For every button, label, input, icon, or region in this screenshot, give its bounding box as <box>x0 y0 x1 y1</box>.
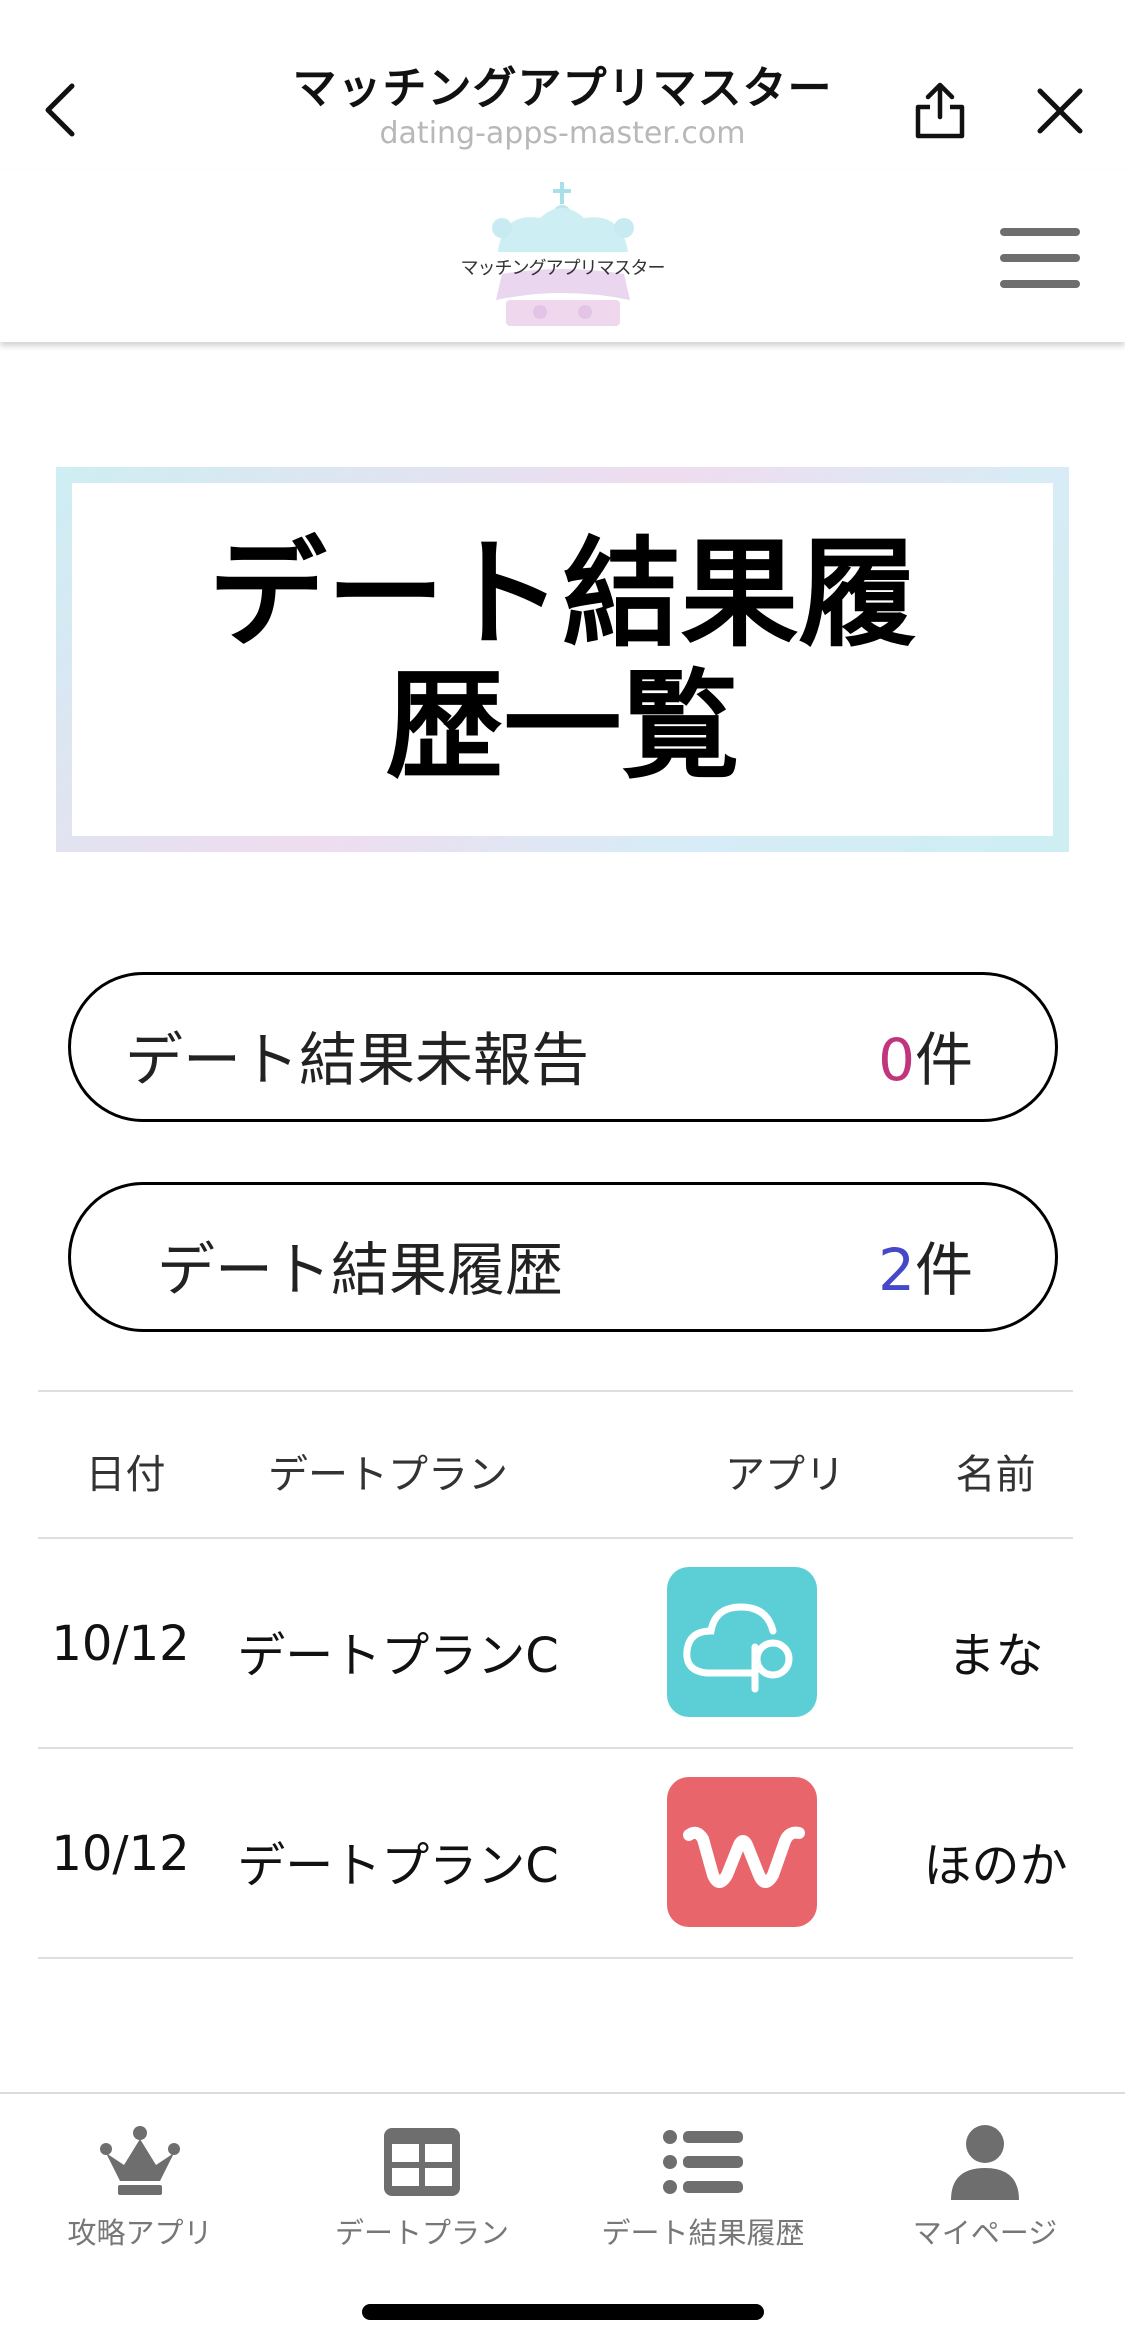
crown-icon <box>95 2122 185 2202</box>
site-header: マッチングアプリマスター <box>0 170 1125 342</box>
row-date: 10/12 <box>51 1826 190 1882</box>
share-button[interactable] <box>905 76 975 146</box>
history-count: 2件 <box>878 1223 973 1307</box>
header-date: 日付 <box>85 1452 166 1498</box>
unreported-count: 0件 <box>878 1013 973 1097</box>
grid-icon <box>377 2122 467 2202</box>
history-count-value: 2 <box>878 1236 915 1304</box>
tab-date-plan[interactable]: デートプラン <box>282 2122 562 2252</box>
close-button[interactable] <box>1025 76 1095 146</box>
header-plan: デートプラン <box>268 1452 508 1498</box>
unreported-label: デート結果未報告 <box>125 1026 590 1094</box>
tab-strategy-apps[interactable]: 攻略アプリ <box>0 2122 280 2252</box>
result-history-button[interactable]: デート結果履歴 2件 <box>68 1182 1058 1332</box>
tab-label: デートプラン <box>334 2216 509 2250</box>
table-divider <box>38 1747 1073 1749</box>
site-logo[interactable]: マッチングアプリマスター <box>440 182 685 332</box>
table-divider <box>38 1537 1073 1539</box>
browser-top-bar: マッチングアプリマスター dating-apps-master.com <box>0 0 1125 170</box>
tab-date-result-history[interactable]: デート結果履歴 <box>563 2122 843 2252</box>
hamburger-menu-button[interactable] <box>1000 228 1080 288</box>
unreported-count-value: 0 <box>878 1026 915 1094</box>
menu-line <box>1000 280 1080 288</box>
header-name: 名前 <box>955 1452 1036 1498</box>
tab-my-page[interactable]: マイページ <box>845 2122 1125 2252</box>
list-icon <box>658 2122 748 2202</box>
row-name: ほのか <box>923 1838 1068 1894</box>
row-name: まな <box>947 1628 1044 1684</box>
row-plan: デートプランC <box>237 1838 559 1894</box>
history-count-unit: 件 <box>914 1236 973 1304</box>
logo-text: マッチングアプリマスター <box>460 258 666 279</box>
unreported-results-button[interactable]: デート結果未報告 0件 <box>68 972 1058 1122</box>
person-icon <box>940 2122 1030 2202</box>
page-title-box: デート結果履歴一覧 <box>56 467 1069 852</box>
row-date: 10/12 <box>51 1616 190 1672</box>
page-title-inner: デート結果履歴一覧 <box>72 483 1053 836</box>
row-plan: デートプランC <box>237 1628 559 1684</box>
with-w-icon <box>667 1777 817 1927</box>
tab-label: デート結果履歴 <box>601 2216 805 2250</box>
unreported-count-unit: 件 <box>914 1026 973 1094</box>
history-label: デート結果履歴 <box>157 1236 564 1304</box>
pairs-cloud-p-icon <box>667 1567 817 1717</box>
page-title: デート結果履歴一覧 <box>208 524 917 795</box>
home-indicator <box>362 2304 764 2320</box>
menu-line <box>1000 228 1080 236</box>
close-icon <box>1037 88 1083 134</box>
menu-line <box>1000 254 1080 262</box>
share-icon <box>915 82 965 139</box>
tab-label: 攻略アプリ <box>67 2216 213 2250</box>
table-divider <box>38 1390 1073 1392</box>
tab-label: マイページ <box>912 2216 1058 2250</box>
table-divider <box>38 1957 1073 1959</box>
header-app: アプリ <box>725 1452 845 1498</box>
